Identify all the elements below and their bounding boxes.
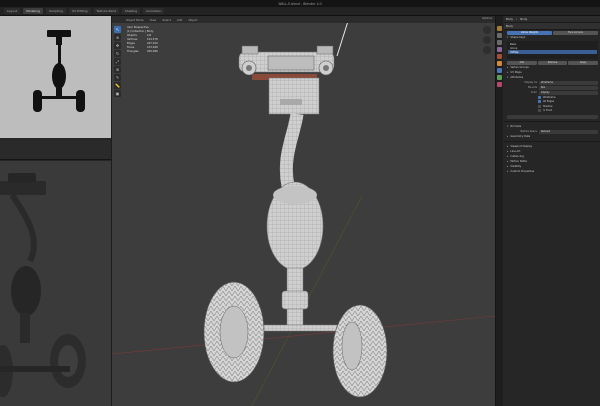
section-label: Line Art [510, 150, 521, 153]
select-tool-icon[interactable]: ↖ [114, 26, 121, 33]
properties-editor: Body › Body Body Vertex Weights Face Corn… [495, 16, 600, 406]
field-label: Bounds [528, 86, 537, 89]
properties-tabs [496, 16, 503, 406]
field-value[interactable]: Wireframe [539, 80, 598, 85]
workspace-tab[interactable]: Texture Paint [93, 8, 119, 14]
cursor-tool-icon[interactable]: ⊕ [114, 34, 121, 41]
field-label: Display As [524, 81, 537, 84]
field-label: Color [530, 91, 537, 94]
viewport-menu-item[interactable]: Add [177, 18, 182, 22]
mode-button[interactable]: Face Corners [553, 30, 598, 35]
object-tab-icon[interactable] [497, 61, 502, 66]
reference-strip [0, 140, 111, 160]
viewport-menu-item[interactable]: Select [162, 18, 171, 22]
checkbox-label: In Front [543, 109, 553, 113]
properties-body: Body › Body Body Vertex Weights Face Corn… [504, 16, 600, 406]
data-tab-icon[interactable] [497, 75, 502, 80]
viewport-menu-item[interactable]: Object [188, 18, 197, 22]
section-shape-keys[interactable]: ▾ Shape Keys [504, 35, 600, 40]
viewport-menu-item[interactable]: View [150, 18, 157, 22]
reference-image-front[interactable] [0, 16, 111, 138]
section-label: Visibility [510, 165, 522, 168]
field-value[interactable]: Display [539, 90, 598, 95]
checkbox-label: All Edges [543, 100, 554, 104]
checkbox[interactable] [538, 100, 541, 104]
viewport-scene [112, 17, 495, 406]
operator-button[interactable]: Remove [537, 60, 568, 65]
workspace-tab[interactable]: Animation [143, 8, 165, 14]
stat-key: Triangles [127, 50, 139, 53]
rotate-tool-icon[interactable]: ↻ [114, 50, 121, 57]
tool-shelf: ↖ ⊕ ✥ ↻ ⤢ ⊞ ✎ 📏 ▣ [114, 26, 122, 97]
checkbox[interactable] [538, 109, 541, 113]
data-name: Body [520, 17, 528, 21]
scale-tool-icon[interactable]: ⤢ [114, 58, 121, 65]
stat-row: Triangles 206,096 [127, 50, 158, 54]
checkbox[interactable] [538, 104, 541, 108]
operator-button[interactable]: Add [507, 60, 537, 65]
section-label: Motion Paths [510, 160, 527, 163]
reference-image-side[interactable] [0, 161, 111, 406]
operator-buttons: Add Remove Apply [504, 60, 600, 65]
section-label: Viewport Display [510, 145, 533, 148]
zoom-icon[interactable] [483, 26, 491, 34]
section-custom-properties[interactable]: ▸ Custom Properties [504, 169, 600, 174]
viewport-menu-item[interactable]: Object Mode [126, 18, 144, 22]
left-area [0, 16, 111, 406]
material-tab-icon[interactable] [497, 82, 502, 87]
measure-tool-icon[interactable]: 📏 [114, 82, 121, 89]
data-block-header[interactable]: Body [504, 23, 600, 30]
workspace-tab[interactable]: Layout [4, 8, 21, 14]
viewport-statistics: User Perspective (1) Collection | Body O… [127, 26, 158, 54]
section-label: Instancing [510, 155, 524, 158]
viewport-options[interactable]: Options [482, 17, 492, 20]
shape-key-list[interactable]: Basis Group UVMap [507, 41, 598, 59]
workspace-tab[interactable]: Sculpting [45, 8, 66, 14]
pan-icon[interactable] [483, 36, 491, 44]
modifier-tab-icon[interactable] [497, 68, 502, 73]
section-geometry-data[interactable]: ▸ Geometry Data [504, 134, 600, 139]
annotate-tool-icon[interactable]: ✎ [114, 74, 121, 81]
workspace-tab[interactable]: Modeling [23, 8, 43, 14]
object-name: Body [506, 17, 514, 21]
checkbox-row[interactable]: In Front [504, 109, 600, 114]
viewport-header: Object Mode View Select Add Object [112, 16, 495, 23]
navigation-gizmo [483, 26, 491, 54]
workspace-tabs: Layout Modeling Sculpting UV Editing Texture… [0, 7, 600, 16]
add-cube-tool-icon[interactable]: ▣ [114, 90, 121, 97]
properties-header: Body › Body [504, 16, 600, 23]
list-item[interactable]: UVMap [508, 50, 597, 54]
tool-tab-icon[interactable] [497, 26, 502, 31]
checkbox[interactable] [538, 95, 541, 99]
mode-button[interactable]: Vertex Weights [507, 30, 552, 35]
workspace-tab[interactable]: UV Editing [68, 8, 91, 14]
apply-bar[interactable] [507, 115, 598, 119]
title-bar: WALL-E.blend - Blender 4.0 [0, 0, 600, 7]
move-tool-icon[interactable]: ✥ [114, 42, 121, 49]
workspace-tab[interactable]: Shading [121, 8, 141, 14]
render-tab-icon[interactable] [497, 33, 502, 38]
field-value[interactable]: Box [539, 85, 598, 90]
reference-silhouette [0, 16, 111, 138]
operator-button[interactable]: Apply [568, 60, 599, 65]
3d-viewport[interactable]: Object Mode View Select Add Object Options ↖… [112, 16, 495, 406]
scene-tab-icon[interactable] [497, 47, 502, 52]
world-tab-icon[interactable] [497, 54, 502, 59]
side-view-model [0, 161, 111, 406]
checkbox-label: Wireframe [543, 95, 556, 99]
window-title: WALL-E.blend - Blender 4.0 [278, 1, 322, 6]
checkbox-label: Shadow [543, 104, 553, 108]
camera-view-icon[interactable] [483, 46, 491, 54]
transform-tool-icon[interactable]: ⊞ [114, 66, 121, 73]
stat-value: 206,096 [147, 50, 158, 53]
output-tab-icon[interactable] [497, 40, 502, 45]
